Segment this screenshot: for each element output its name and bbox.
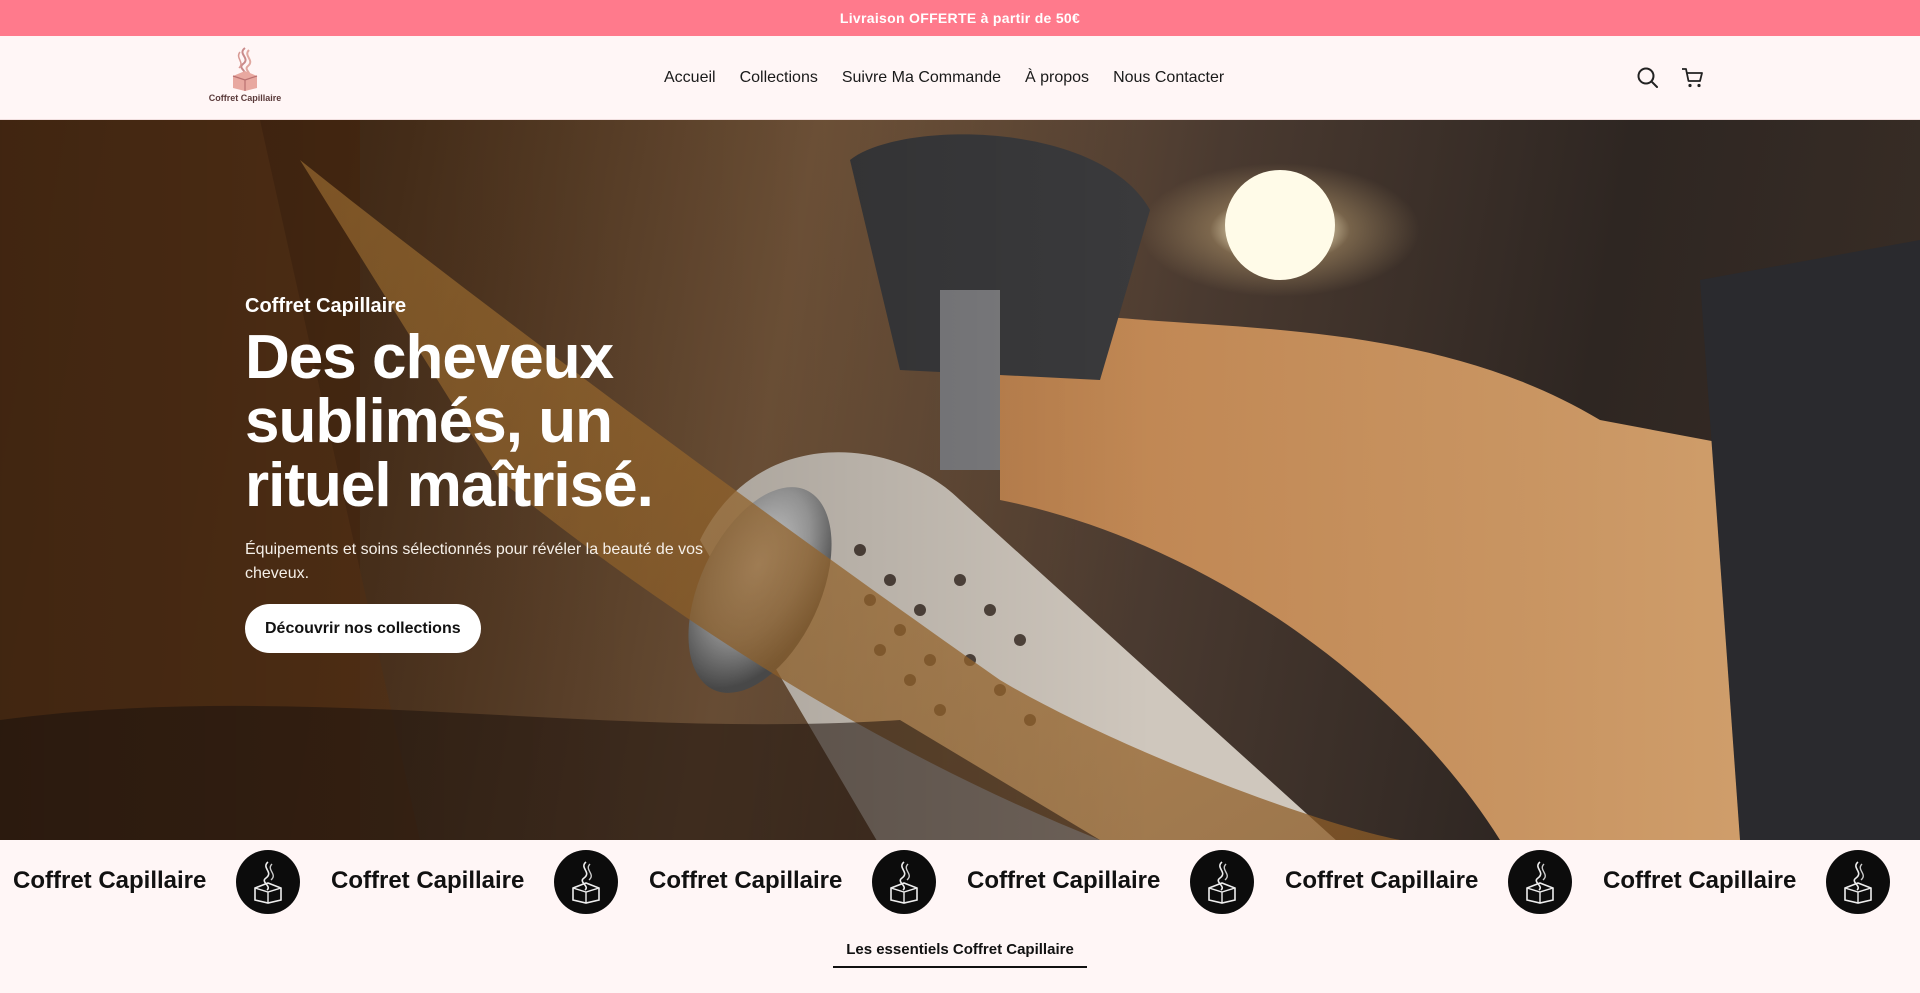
brand-logo-icon	[872, 850, 936, 914]
nav-item-collections[interactable]: Collections	[740, 69, 818, 87]
nav-item-a-propos[interactable]: À propos	[1025, 69, 1089, 87]
marquee-item: Coffret Capillaire	[13, 840, 206, 922]
hero-subtitle: Coffret Capillaire	[245, 295, 407, 317]
cart-icon[interactable]	[1679, 64, 1707, 92]
marquee-item: Coffret Capillaire	[649, 840, 842, 922]
marquee-text: Coffret Capillaire	[1603, 867, 1797, 894]
main-nav: Accueil Collections Suivre Ma Commande À…	[664, 36, 1224, 120]
brand-marquee: Coffret Capillaire Coffret Capillaire Co…	[0, 840, 1920, 922]
hero-description: Équipements et soins sélectionnés pour r…	[245, 541, 704, 582]
nav-item-nous-contacter[interactable]: Nous Contacter	[1113, 69, 1224, 87]
marquee-text: Coffret Capillaire	[331, 867, 525, 894]
announcement-bar: Livraison OFFERTE à partir de 50€	[0, 0, 1920, 36]
hero-banner: Coffret Capillaire Des cheveux sublimés,…	[0, 120, 1920, 840]
logo[interactable]: Coffret Capillaire	[208, 46, 282, 110]
marquee-text: Coffret Capillaire	[649, 867, 843, 894]
marquee-item: Coffret Capillaire	[1285, 840, 1478, 922]
brand-logo-icon	[1826, 850, 1890, 914]
search-icon[interactable]	[1634, 64, 1662, 92]
brand-logo-icon	[1190, 850, 1254, 914]
discover-collections-button[interactable]: Découvrir nos collections	[245, 604, 481, 653]
hero-title: Des cheveux sublimés, un rituel maîtrisé…	[245, 323, 654, 520]
marquee-text: Coffret Capillaire	[1285, 867, 1479, 894]
marquee-text: Coffret Capillaire	[13, 867, 207, 894]
hero-content: Coffret Capillaire Des cheveux sublimés,…	[245, 295, 725, 653]
brand-logo-icon	[1508, 850, 1572, 914]
marquee-item: Coffret Capillaire	[331, 840, 524, 922]
marquee-text: Coffret Capillaire	[967, 867, 1161, 894]
logo-icon	[232, 47, 258, 91]
tab-essentiels[interactable]: Les essentiels Coffret Capillaire	[833, 932, 1087, 968]
logo-text: Coffret Capillaire	[208, 93, 282, 103]
brand-logo-icon	[236, 850, 300, 914]
brand-logo-icon	[554, 850, 618, 914]
nav-item-accueil[interactable]: Accueil	[664, 69, 716, 87]
marquee-item: Coffret Capillaire	[967, 840, 1160, 922]
announcement-text: Livraison OFFERTE à partir de 50€	[839, 10, 1081, 26]
site-header: Coffret Capillaire Accueil Collections S…	[0, 36, 1920, 120]
marquee-item: Coffret Capillaire	[1603, 840, 1796, 922]
nav-item-suivre-commande[interactable]: Suivre Ma Commande	[842, 69, 1001, 87]
